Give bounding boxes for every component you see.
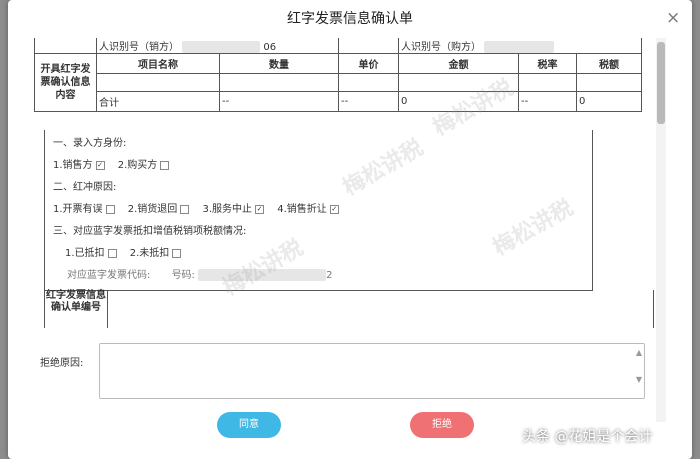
credit-watermark: 头条 @花姐是个会计	[522, 429, 653, 445]
header-tax-amount: 税额	[576, 53, 642, 74]
form-content: 人识别号（销方） 06 人识别号（购方） 开具红字发票确认信息内容 项目名称 数…	[34, 38, 654, 328]
confirmation-number-label: 红字发票信息确认单编号	[44, 290, 108, 328]
reason-option-discount-checkbox[interactable]: ✓	[329, 204, 339, 214]
reject-button[interactable]: 拒绝	[410, 412, 474, 438]
total-unit-price: --	[338, 91, 399, 112]
entry-option-seller-label: 1.销售方	[53, 160, 93, 171]
confirmation-number-value	[106, 290, 654, 328]
total-row: 合计 -- -- 0 -- 0	[35, 91, 642, 112]
agree-button[interactable]: 同意	[217, 412, 281, 438]
deduct-option-not-deducted-label: 2.未抵扣	[129, 248, 170, 259]
reason-option-service-stop-label: 3.服务中止	[202, 204, 253, 215]
blue-invoice-row: 对应蓝字发票代码: 号码: 2	[67, 266, 333, 281]
table-header-row: 开具红字发票确认信息内容 项目名称 数量 单价 金额 税率 税额	[34, 53, 642, 112]
invoice-table: 人识别号（销方） 06 人识别号（购方） 开具红字发票确认信息内容 项目名称 数…	[34, 38, 642, 112]
header-tax-rate: 税率	[518, 53, 577, 74]
seller-id-cell: 人识别号（销方） 06	[96, 38, 339, 54]
reject-reason-input[interactable]: ▲ ▼	[99, 343, 645, 399]
reason-option-error-label: 1.开票有误	[53, 204, 103, 215]
entry-option-seller-checkbox[interactable]: ✓	[95, 160, 105, 170]
seller-id-fragment: 06	[263, 42, 277, 53]
reject-reason-label: 拒绝原因:	[40, 358, 84, 369]
dialog-title: 红字发票信息确认单	[287, 11, 413, 27]
entry-option-buyer-label: 2.购买方	[117, 160, 158, 171]
total-tax-rate: --	[518, 91, 577, 112]
blue-invoice-code-label: 对应蓝字发票代码:	[67, 270, 151, 281]
deduct-option-not-deducted-checkbox[interactable]	[172, 248, 182, 258]
number-label: 号码:	[171, 270, 195, 281]
reason-options: 1.开票有误 2.销货退回 3.服务中止 ✓ 4.销售折让 ✓	[53, 200, 339, 215]
total-tax-amount: 0	[576, 91, 642, 112]
content-scrollbar[interactable]	[656, 38, 666, 422]
deduct-option-deducted-label: 1.已抵扣	[65, 248, 105, 259]
header-item-name: 项目名称	[96, 53, 220, 74]
seller-id-label: 人识别号（销方）	[99, 42, 179, 53]
close-icon[interactable]: ×	[666, 10, 682, 27]
deduct-option-deducted-checkbox[interactable]	[107, 248, 117, 258]
options-section: 一、录入方身份: 1.销售方 ✓ 2.购买方 二、红冲原因: 1.开票有误 2.销…	[44, 130, 593, 291]
buyer-id-label: 人识别号（购方）	[401, 42, 481, 53]
header-quantity: 数量	[219, 53, 339, 74]
reason-option-error-checkbox[interactable]	[105, 204, 115, 214]
header-amount: 金额	[398, 53, 519, 74]
textarea-scroll-icon: ▲ ▼	[635, 348, 642, 384]
buyer-id-cell: 人识别号（购方）	[398, 38, 642, 54]
entry-option-buyer-checkbox[interactable]	[160, 160, 170, 170]
total-quantity: --	[219, 91, 339, 112]
number-suffix: 2	[326, 270, 333, 281]
redacted-seller-id	[182, 41, 261, 53]
reason-heading: 二、红冲原因:	[53, 182, 117, 193]
header-unit-price: 单价	[338, 53, 399, 74]
content-row-label: 开具红字发票确认信息内容	[34, 53, 97, 112]
reason-option-return-checkbox[interactable]	[180, 204, 190, 214]
reason-option-discount-label: 4.销售折让	[277, 204, 327, 215]
total-amount: 0	[398, 91, 519, 112]
redacted-invoice-number	[198, 269, 327, 281]
deduct-options: 1.已抵扣 2.未抵扣	[65, 244, 182, 259]
deduct-heading: 三、对应蓝字发票抵扣增值税销项税额情况:	[53, 226, 247, 237]
reason-option-return-label: 2.销货退回	[127, 204, 178, 215]
red-invoice-dialog: 红字发票信息确认单 × 人识别号（销方） 06 人识别号（购方） 开具红字发票确…	[8, 0, 692, 459]
redacted-buyer-id	[484, 41, 555, 53]
reason-option-service-stop-checkbox[interactable]: ✓	[255, 204, 265, 214]
total-label: 合计	[96, 91, 220, 112]
scrollbar-thumb[interactable]	[657, 42, 665, 124]
entry-identity-heading: 一、录入方身份:	[53, 138, 127, 149]
table-row	[35, 73, 642, 92]
entry-options: 1.销售方 ✓ 2.购买方	[53, 156, 170, 171]
